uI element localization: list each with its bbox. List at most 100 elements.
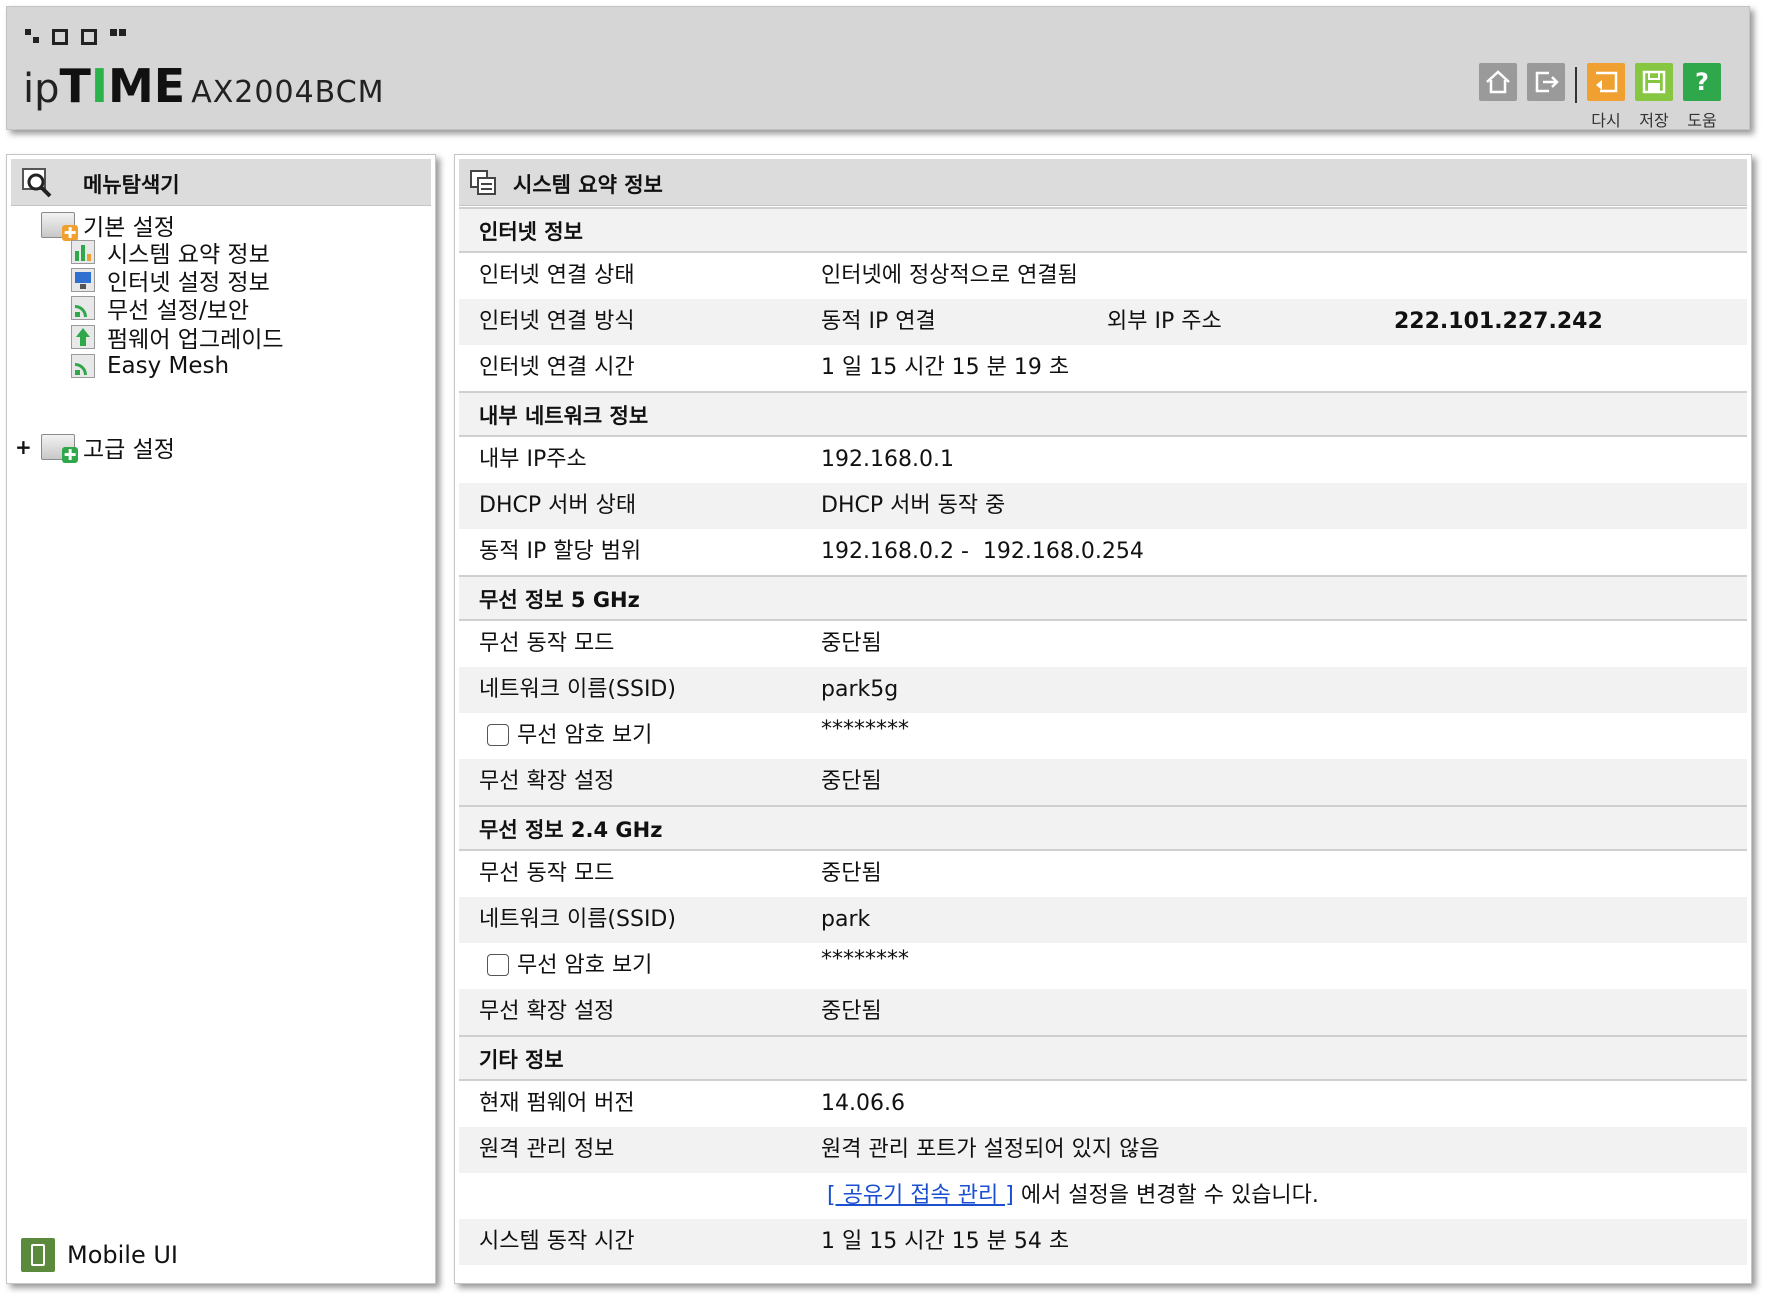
logo-time-i: I — [90, 59, 109, 113]
wifi-icon — [71, 296, 95, 320]
table-row: 무선 확장 설정 중단됨 — [459, 989, 1747, 1035]
table-row: 시스템 동작 시간 1 일 15 시간 15 분 54 초 — [459, 1219, 1747, 1265]
menu-explorer: 메뉴탐색기 ✚ 기본 설정 시스템 요약 정보 인터넷 설정 정보 무선 설정/… — [6, 154, 436, 1284]
row-value: 192.168.0.2 - 192.168.0.254 — [821, 539, 1144, 564]
table-row: 인터넷 연결 상태 인터넷에 정상적으로 연결됨 — [459, 253, 1747, 299]
retry-label: 다시 — [1591, 111, 1621, 130]
router-access-management-link[interactable]: [ 공유기 접속 관리 ] — [827, 1183, 1014, 1208]
expand-plus-icon[interactable]: + — [15, 435, 35, 459]
tree-group-advanced-label: 고급 설정 — [83, 437, 175, 463]
logo-time-t: T — [59, 59, 91, 113]
password-mask: ******** — [821, 717, 909, 742]
row-label: 인터넷 연결 방식 — [479, 309, 635, 334]
logo-ip-text: ip — [23, 66, 60, 112]
wifi-icon — [71, 354, 95, 378]
row-label: 시스템 동작 시간 — [479, 1229, 635, 1254]
row-value: 중단됨 — [821, 769, 882, 794]
sidebar-item-wireless-security[interactable]: 무선 설정/보안 — [71, 293, 249, 324]
row-value: 14.06.6 — [821, 1091, 905, 1116]
show-password-24ghz[interactable]: 무선 암호 보기 — [487, 943, 652, 989]
logout-button[interactable] — [1527, 63, 1565, 101]
logo-dots-icon — [25, 29, 127, 48]
row-label: 내부 IP주소 — [479, 447, 587, 472]
table-row: 무선 확장 설정 중단됨 — [459, 759, 1747, 805]
logout-icon — [1535, 71, 1559, 93]
menu-explorer-header: 메뉴탐색기 — [11, 159, 431, 206]
row-label: 동적 IP 할당 범위 — [479, 539, 642, 564]
external-ip-value: 222.101.227.242 — [1394, 309, 1603, 334]
mobile-ui-label: Mobile UI — [67, 1241, 178, 1269]
row-label: 무선 확장 설정 — [479, 769, 615, 794]
row-value: DHCP 서버 동작 중 — [821, 493, 1006, 518]
mobile-phone-icon — [21, 1238, 55, 1272]
help-icon: ? — [1695, 68, 1709, 96]
table-row: 무선 동작 모드 중단됨 — [459, 851, 1747, 897]
row-value: 192.168.0.1 — [821, 447, 954, 472]
table-row: 동적 IP 할당 범위 192.168.0.2 - 192.168.0.254 — [459, 529, 1747, 575]
mobile-ui-link[interactable]: Mobile UI — [21, 1235, 178, 1275]
bar-chart-icon — [71, 240, 95, 264]
document-stack-icon — [470, 170, 496, 195]
show-password-5ghz[interactable]: 무선 암호 보기 — [487, 713, 652, 759]
folder-icon: ✚ — [41, 434, 78, 463]
home-button[interactable] — [1479, 63, 1517, 101]
row-value: 인터넷에 정상적으로 연결됨 — [821, 263, 1078, 288]
sidebar-item-label: Easy Mesh — [107, 353, 230, 379]
table-row: 네트워크 이름(SSID) park — [459, 897, 1747, 943]
row-value: 중단됨 — [821, 999, 882, 1024]
show-password-checkbox[interactable] — [487, 954, 509, 976]
sidebar-item-firmware-upgrade[interactable]: 펌웨어 업그레이드 — [71, 322, 284, 353]
row-value: 원격 관리 포트가 설정되어 있지 않음 — [821, 1137, 1160, 1162]
row-label: 네트워크 이름(SSID) — [479, 907, 676, 932]
section-header-other: 기타 정보 — [459, 1035, 1747, 1081]
section-header-lan: 내부 네트워크 정보 — [459, 391, 1747, 437]
magnifier-icon — [22, 168, 52, 198]
model-name: AX2004BCM — [191, 75, 385, 110]
table-row: 무선 암호 보기 ******** — [459, 713, 1747, 759]
help-button[interactable]: ? — [1683, 63, 1721, 101]
row-value: 1 일 15 시간 15 분 19 초 — [821, 355, 1070, 380]
upload-arrow-icon — [71, 325, 95, 349]
iptime-logo: ipTIME AX2004BCM — [23, 59, 385, 119]
retry-icon — [1596, 71, 1618, 93]
table-row: DHCP 서버 상태 DHCP 서버 동작 중 — [459, 483, 1747, 529]
table-row: 무선 동작 모드 중단됨 — [459, 621, 1747, 667]
save-label: 저장 — [1639, 111, 1669, 130]
row-value: 중단됨 — [821, 631, 882, 656]
sidebar-item-label: 펌웨어 업그레이드 — [107, 327, 284, 353]
row-value: 중단됨 — [821, 861, 882, 886]
home-icon — [1486, 70, 1510, 94]
section-header-wifi-24ghz: 무선 정보 2.4 GHz — [459, 805, 1747, 851]
row-label: 네트워크 이름(SSID) — [479, 677, 676, 702]
row-label: DHCP 서버 상태 — [479, 493, 637, 518]
row-label: 현재 펌웨어 버전 — [479, 1091, 635, 1116]
save-button[interactable] — [1635, 63, 1673, 101]
menu-explorer-title: 메뉴탐색기 — [83, 173, 180, 197]
panel-header: 시스템 요약 정보 — [459, 159, 1747, 206]
table-row: 현재 펌웨어 버전 14.06.6 — [459, 1081, 1747, 1127]
table-row: 원격 관리 정보 원격 관리 포트가 설정되어 있지 않음 — [459, 1127, 1747, 1173]
retry-button[interactable] — [1587, 63, 1625, 101]
remote-hint: [ 공유기 접속 관리 ] 에서 설정을 변경할 수 있습니다. — [827, 1173, 1319, 1219]
remote-hint-text: 에서 설정을 변경할 수 있습니다. — [1013, 1183, 1319, 1208]
row-label: 원격 관리 정보 — [479, 1137, 615, 1162]
section-header-internet: 인터넷 정보 — [459, 207, 1747, 253]
table-row: 네트워크 이름(SSID) park5g — [459, 667, 1747, 713]
show-password-checkbox[interactable] — [487, 724, 509, 746]
table-row: 인터넷 연결 시간 1 일 15 시간 15 분 19 초 — [459, 345, 1747, 391]
folder-icon: ✚ — [41, 212, 78, 241]
show-password-label: 무선 암호 보기 — [517, 723, 653, 748]
sidebar-item-easy-mesh[interactable]: Easy Mesh — [71, 351, 229, 381]
table-row: [ 공유기 접속 관리 ] 에서 설정을 변경할 수 있습니다. — [459, 1173, 1747, 1219]
row-label: 무선 확장 설정 — [479, 999, 615, 1024]
save-icon — [1642, 70, 1666, 94]
tree-group-advanced[interactable]: + ✚ 고급 설정 — [15, 429, 175, 465]
help-label: 도움 — [1687, 111, 1717, 130]
row-label: 무선 동작 모드 — [479, 861, 615, 886]
table-row: 내부 IP주소 192.168.0.1 — [459, 437, 1747, 483]
logo-time-text: TIME — [60, 59, 186, 113]
logo-time-me: ME — [108, 59, 186, 113]
system-summary-panel: 시스템 요약 정보 인터넷 정보 인터넷 연결 상태 인터넷에 정상적으로 연결… — [454, 154, 1752, 1284]
toolbar: 다시 저장 ? 도움 — [1475, 63, 1725, 133]
section-header-wifi-5ghz: 무선 정보 5 GHz — [459, 575, 1747, 621]
